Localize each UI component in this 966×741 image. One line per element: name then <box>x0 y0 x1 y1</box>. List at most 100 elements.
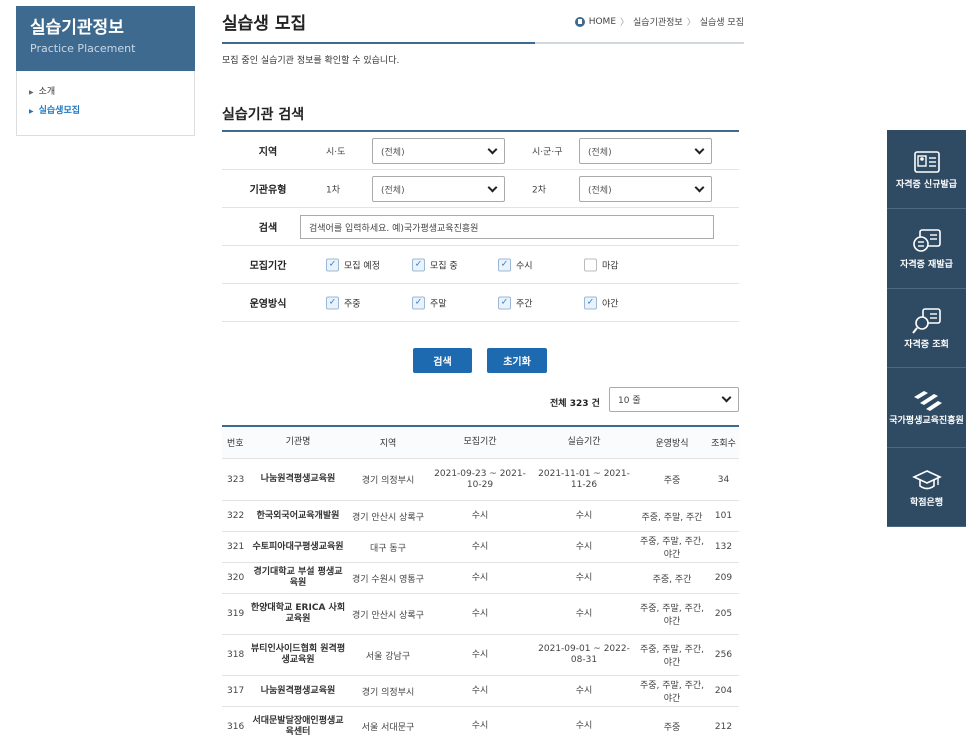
table-row[interactable]: 319 한양대학교 ERICA 사회교육원 경기 안산시 상록구 수시 수시 주중, 주말… <box>222 594 739 635</box>
left-nav: 실습기관정보 Practice Placement ▶ 소개 ▶ 실습생모집 <box>16 6 195 136</box>
operation-checkbox-weekday[interactable]: ✓ 주중 <box>326 296 361 309</box>
left-nav-item-intro[interactable]: ▶ 소개 <box>29 83 182 102</box>
left-nav-item-recruit[interactable]: ▶ 실습생모집 <box>29 102 182 121</box>
breadcrumb-home[interactable]: HOME <box>589 17 616 27</box>
sido-select-value: (전체) <box>381 147 405 158</box>
cell-practice-period: 수시 <box>575 685 593 696</box>
type-second-select[interactable]: (전체) <box>579 176 712 202</box>
cell-institution-name[interactable]: 서대문발달장애인평생교육센터 <box>248 716 348 738</box>
results-table: 번호 기관명 지역 모집기간 실습기간 운영방식 조회수 323 나눔원격평생교육… <box>222 425 739 741</box>
cell-recruit-period: 수시 <box>471 721 489 731</box>
sigungu-select[interactable]: (전체) <box>579 138 712 164</box>
breadcrumb-section[interactable]: 실습기관정보 <box>633 15 683 28</box>
quick-menu: 자격증 신규발급 자격증 재발급 자격증 조회 국가평생교육진흥원 학점은행 <box>887 130 966 527</box>
sido-select[interactable]: (전체) <box>372 138 505 164</box>
column-header: 지역 <box>379 439 397 449</box>
empty-checkbox-icon <box>584 258 597 271</box>
quick-label: 국가평생교육진흥원 <box>889 416 964 426</box>
cell-operation-mode: 주중 <box>663 723 681 733</box>
search-section-title: 실습기관 검색 <box>222 107 305 123</box>
sido-label: 시·도 <box>326 147 346 157</box>
check-icon: ✓ <box>412 258 425 271</box>
table-row[interactable]: 318 뷰티인사이드협회 원격평생교육원 서울 강남구 수시 2021-09-01 ~ … <box>222 635 739 676</box>
quick-nile-link[interactable]: 국가평생교육진흥원 <box>887 368 966 448</box>
checkbox-label: 모집 예정 <box>344 261 380 271</box>
cell-views: 209 <box>714 573 733 583</box>
search-form: 지역 시·도 (전체) 시·군·구 (전체) 기관유형 1차 (전체) 2차 (… <box>222 130 739 322</box>
cell-operation-mode: 주중, 주말, 주간 <box>641 512 703 523</box>
period-checkbox-open[interactable]: ✓ 모집 중 <box>412 258 458 271</box>
quick-certificate-search[interactable]: 자격증 조회 <box>887 289 966 368</box>
check-icon: ✓ <box>584 296 597 309</box>
column-header: 번호 <box>227 439 244 449</box>
column-header: 모집기간 <box>463 437 497 447</box>
cell-institution-name[interactable]: 한국외국어교육개발원 <box>248 511 348 522</box>
cell-region: 서울 서대문구 <box>361 723 415 733</box>
cell-no: 321 <box>227 542 245 552</box>
cell-recruit-period: 수시 <box>471 649 489 660</box>
cell-institution-name[interactable]: 한양대학교 ERICA 사회교육원 <box>248 603 348 625</box>
quick-reissue-certificate[interactable]: 자격증 재발급 <box>887 209 966 289</box>
table-row[interactable]: 317 나눔원격평생교육원 경기 의정부시 수시 수시 주중, 주말, 주간, 야간 204 <box>222 676 739 707</box>
checkbox-label: 모집 중 <box>430 261 458 271</box>
column-header: 조회수 <box>711 439 736 449</box>
period-checkbox-anytime[interactable]: ✓ 수시 <box>498 258 533 271</box>
cell-operation-mode: 주중, 주말, 주간, 야간 <box>640 604 704 627</box>
table-row[interactable]: 323 나눔원격평생교육원 경기 의정부시 2021-09-23 ~ 2021-10-… <box>222 459 739 501</box>
operation-checkbox-daytime[interactable]: ✓ 주간 <box>498 296 533 309</box>
table-row[interactable]: 321 수토피아대구평생교육원 대구 동구 수시 수시 주중, 주말, 주간, 야간 132 <box>222 532 739 563</box>
check-icon: ✓ <box>326 296 339 309</box>
left-nav-subtitle: Practice Placement <box>30 42 136 55</box>
cell-practice-period: 수시 <box>575 572 593 583</box>
column-header: 운영방식 <box>655 439 689 449</box>
quick-label: 자격증 신규발급 <box>895 179 958 190</box>
rows-per-page-select[interactable]: 10 줄 <box>609 387 739 412</box>
column-header: 기관명 <box>285 437 311 447</box>
reset-button[interactable]: 초기화 <box>487 348 547 373</box>
chevron-down-icon <box>694 144 705 154</box>
cell-views: 256 <box>714 650 733 660</box>
cell-institution-name[interactable]: 나눔원격평생교육원 <box>248 686 348 697</box>
page-title: 실습생 모집 <box>222 14 307 34</box>
cell-operation-mode: 주중 <box>663 476 681 486</box>
left-nav-item-label: 소개 <box>38 87 56 97</box>
chevron-down-icon <box>487 182 498 192</box>
cell-recruit-period: 수시 <box>471 685 489 696</box>
type-first-select[interactable]: (전체) <box>372 176 505 202</box>
search-button[interactable]: 검색 <box>413 348 472 373</box>
operation-checkbox-weekend[interactable]: ✓ 주말 <box>412 296 447 309</box>
checkbox-label: 주간 <box>516 299 533 309</box>
table-row[interactable]: 322 한국외국어교육개발원 경기 안산시 상록구 수시 수시 주중, 주말, 주간 101 <box>222 501 739 532</box>
cell-operation-mode: 주중, 주말, 주간, 야간 <box>640 537 704 560</box>
total-count: 전체 323 건 <box>550 399 600 409</box>
cell-region: 경기 안산시 상록구 <box>352 512 424 523</box>
cell-institution-name[interactable]: 수토피아대구평생교육원 <box>248 542 348 553</box>
period-checkbox-closed[interactable]: 마감 <box>584 258 619 271</box>
cell-operation-mode: 주중, 주말, 주간, 야간 <box>640 681 704 704</box>
quick-credit-bank[interactable]: 학점은행 <box>887 448 966 527</box>
keyword-row: 검색 검색어를 입력하세요. 예)국가평생교육진흥원 <box>222 208 739 246</box>
period-label: 모집기간 <box>249 261 287 272</box>
cell-institution-name[interactable]: 뷰티인사이드협회 원격평생교육원 <box>248 644 348 666</box>
table-row[interactable]: 320 경기대학교 부설 평생교육원 경기 수원시 영통구 수시 수시 주중, 주간 209 <box>222 563 739 594</box>
cell-recruit-period: 수시 <box>471 541 489 552</box>
keyword-input[interactable]: 검색어를 입력하세요. 예)국가평생교육진흥원 <box>300 215 714 239</box>
period-checkbox-planned[interactable]: ✓ 모집 예정 <box>326 258 380 271</box>
quick-label: 자격증 재발급 <box>900 260 953 270</box>
checkbox-label: 야간 <box>602 299 619 309</box>
quick-new-certificate[interactable]: 자격증 신규발급 <box>887 130 966 209</box>
quick-label: 학점은행 <box>909 497 944 508</box>
cell-operation-mode: 주중, 주말, 주간, 야간 <box>640 645 704 668</box>
table-row[interactable]: 316 서대문발달장애인평생교육센터 서울 서대문구 수시 수시 주중 212 <box>222 707 739 741</box>
cell-institution-name[interactable]: 나눔원격평생교육원 <box>248 474 348 485</box>
checkbox-label: 주중 <box>344 299 361 309</box>
cell-views: 212 <box>714 721 733 732</box>
cell-practice-period: 수시 <box>575 510 593 521</box>
cell-institution-name[interactable]: 경기대학교 부설 평생교육원 <box>248 567 348 589</box>
operation-checkbox-night[interactable]: ✓ 야간 <box>584 296 619 309</box>
home-icon[interactable] <box>574 16 585 27</box>
type-label: 기관유형 <box>249 185 287 196</box>
certificate-search-icon <box>911 307 941 334</box>
checkbox-label: 마감 <box>602 261 619 271</box>
left-nav-menu: ▶ 소개 ▶ 실습생모집 <box>16 71 195 136</box>
